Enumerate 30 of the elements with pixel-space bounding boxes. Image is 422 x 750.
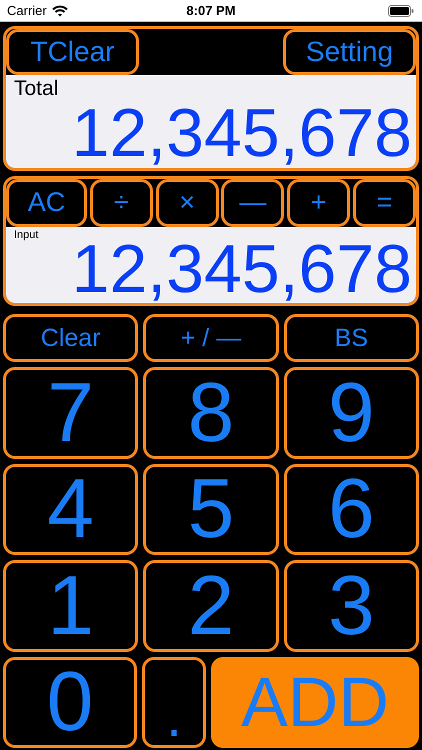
operator-key[interactable]: AC xyxy=(6,178,87,227)
operator-key[interactable]: + xyxy=(287,178,350,227)
total-label: Total xyxy=(14,77,60,101)
digit-key[interactable]: 7 xyxy=(3,367,138,459)
battery-icon xyxy=(388,4,414,16)
digit-key[interactable]: 8 xyxy=(143,367,279,459)
edit-key[interactable]: BS xyxy=(284,314,419,362)
input-label: Input xyxy=(14,228,40,241)
operator-key[interactable]: ÷ xyxy=(90,178,153,227)
operator-key[interactable]: — xyxy=(221,178,284,227)
operator-key[interactable]: = xyxy=(352,178,416,227)
digit-key[interactable]: 6 xyxy=(284,464,419,556)
digit-key[interactable]: 5 xyxy=(143,464,279,556)
digit-key[interactable]: 3 xyxy=(284,560,419,652)
total-clear-button[interactable]: TClear xyxy=(6,29,139,75)
input-value: 12,345,678 xyxy=(70,236,412,302)
decimal-point-key[interactable]: . xyxy=(142,656,206,748)
digit-key[interactable]: 9 xyxy=(284,367,419,459)
settings-button[interactable]: Setting xyxy=(283,29,416,75)
carrier-label: Carrier xyxy=(7,3,47,18)
digit-key[interactable]: 0 xyxy=(3,656,137,748)
digit-key[interactable]: 4 xyxy=(3,464,138,556)
status-time: 8:07 PM xyxy=(186,3,236,18)
digit-key[interactable]: 1 xyxy=(3,560,138,652)
edit-key[interactable]: Clear xyxy=(3,314,138,362)
wifi-icon xyxy=(52,4,68,16)
edit-key[interactable]: + / — xyxy=(143,314,279,362)
total-value: 12,345,678 xyxy=(70,101,412,166)
operator-key[interactable]: × xyxy=(156,178,219,227)
digit-key[interactable]: 2 xyxy=(143,560,279,652)
